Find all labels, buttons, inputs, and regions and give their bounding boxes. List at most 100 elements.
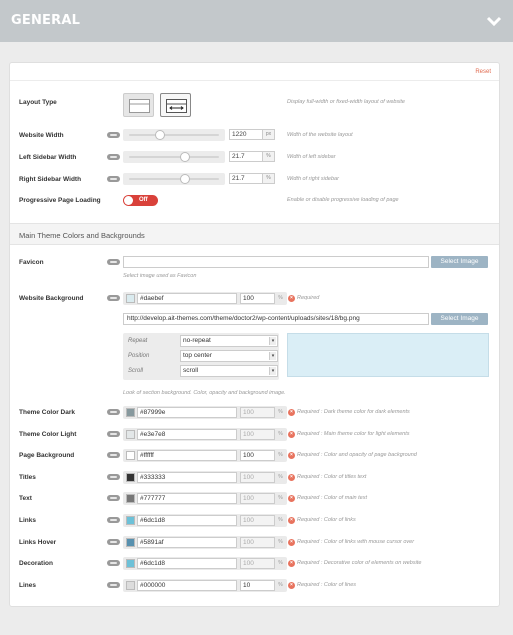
color-value-input[interactable]: #e3e7e8 <box>137 429 237 440</box>
website-background-label: Website Background <box>19 295 84 302</box>
slider-handle[interactable] <box>179 152 190 162</box>
website-background-color-input[interactable]: #daebef <box>137 293 237 304</box>
fixed-width-layout-icon <box>166 99 187 113</box>
required-icon: × <box>288 560 295 567</box>
color-setting-row: Text #777777 100% × Required : Color of main… <box>10 492 501 505</box>
slider-line <box>129 156 219 158</box>
input-toggle-icon[interactable] <box>107 176 120 182</box>
color-setting-label: Lines <box>19 582 36 589</box>
section-heading: Main Theme Colors and Backgrounds <box>19 231 145 240</box>
color-swatch[interactable] <box>126 473 135 482</box>
color-setting-row: Theme Color Light #e3e7e8 100% × Required : … <box>10 428 501 441</box>
dropdown-arrow-icon: ▾ <box>269 352 276 360</box>
input-toggle-icon[interactable] <box>107 495 120 501</box>
unit-label: % <box>263 173 275 184</box>
input-toggle-icon[interactable] <box>107 132 120 138</box>
left-sidebar-width-slider[interactable] <box>123 151 225 163</box>
website-width-slider[interactable] <box>123 129 225 141</box>
opacity-input[interactable]: 100 <box>240 450 275 461</box>
color-swatch[interactable] <box>126 294 135 303</box>
required-icon: × <box>288 517 295 524</box>
required-note: Required : Color of lines <box>297 582 357 588</box>
chevron-down-icon[interactable] <box>483 11 505 31</box>
color-value-input[interactable]: #777777 <box>137 493 237 504</box>
scroll-label: Scroll <box>128 368 144 374</box>
left-sidebar-width-input[interactable]: 21.7 <box>229 151 263 162</box>
required-note: Required : Color of titles text <box>297 474 367 480</box>
full-width-layout-button[interactable] <box>123 93 154 117</box>
favicon-input[interactable] <box>123 256 429 268</box>
input-toggle-icon[interactable] <box>107 259 120 265</box>
website-background-opacity-input[interactable]: 100 <box>240 293 275 304</box>
section-header[interactable]: GENERAL <box>0 0 513 42</box>
input-toggle-icon[interactable] <box>107 539 120 545</box>
background-preview <box>287 333 489 377</box>
background-select-image-button[interactable]: Select Image <box>431 313 488 325</box>
input-toggle-icon[interactable] <box>107 560 120 566</box>
slider-handle[interactable] <box>154 130 165 140</box>
progressive-loading-toggle[interactable]: Off <box>123 195 158 206</box>
background-help: Look of section background. Color, opaci… <box>123 390 286 396</box>
color-swatch[interactable] <box>126 494 135 503</box>
repeat-label: Repeat <box>128 338 148 344</box>
color-swatch[interactable] <box>126 408 135 417</box>
color-setting-row: Lines #000000 10% × Required : Color of line… <box>10 579 501 592</box>
slider-handle[interactable] <box>179 174 190 184</box>
input-toggle-icon[interactable] <box>107 409 120 415</box>
color-value-input[interactable]: #87999e <box>137 407 237 418</box>
website-background-required: Required <box>297 295 320 301</box>
percent-label: % <box>278 409 283 415</box>
color-input-group: #87999e 100% <box>123 406 287 419</box>
scroll-select[interactable]: scroll ▾ <box>180 365 278 377</box>
color-value-input[interactable]: #ffffff <box>137 450 237 461</box>
color-swatch[interactable] <box>126 559 135 568</box>
progressive-loading-description: Enable or disable progressive loading of… <box>287 197 399 203</box>
required-note: Required : Color of main text <box>297 495 368 501</box>
reset-link[interactable]: Reset <box>475 69 491 75</box>
color-setting-label: Text <box>19 495 32 502</box>
right-sidebar-width-slider[interactable] <box>123 173 225 185</box>
opacity-input[interactable]: 10 <box>240 580 275 591</box>
color-swatch[interactable] <box>126 581 135 590</box>
opacity-input: 100 <box>240 558 275 569</box>
input-toggle-icon[interactable] <box>107 295 120 301</box>
input-toggle-icon[interactable] <box>107 517 120 523</box>
opacity-input: 100 <box>240 515 275 526</box>
progressive-loading-row: Progressive Page Loading Off Enable or d… <box>10 194 501 206</box>
color-value-input[interactable]: #000000 <box>137 580 237 591</box>
input-toggle-icon[interactable] <box>107 154 120 160</box>
right-sidebar-width-input[interactable]: 21.7 <box>229 173 263 184</box>
percent-label: % <box>278 539 283 545</box>
fixed-width-layout-button[interactable] <box>160 93 191 117</box>
color-swatch[interactable] <box>126 538 135 547</box>
input-toggle-icon[interactable] <box>107 582 120 588</box>
color-value-input[interactable]: #333333 <box>137 472 237 483</box>
unit-label: % <box>263 151 275 162</box>
color-swatch[interactable] <box>126 451 135 460</box>
input-toggle-icon[interactable] <box>107 431 120 437</box>
color-setting-label: Links <box>19 517 36 524</box>
color-value-input[interactable]: #5891af <box>137 537 237 548</box>
input-toggle-icon[interactable] <box>107 452 120 458</box>
input-toggle-icon[interactable] <box>107 474 120 480</box>
percent-label: % <box>278 517 283 523</box>
color-input-group: #e3e7e8 100% <box>123 428 287 441</box>
color-swatch[interactable] <box>126 430 135 439</box>
favicon-select-image-button[interactable]: Select Image <box>431 256 488 268</box>
scroll-select-value: scroll <box>183 367 199 374</box>
opacity-input: 100 <box>240 407 275 418</box>
repeat-select[interactable]: no-repeat ▾ <box>180 335 278 347</box>
color-value-input[interactable]: #6dc1d8 <box>137 558 237 569</box>
position-row: Position top center ▾ <box>126 350 278 363</box>
background-image-url-input[interactable]: http://develop.ait-themes.com/theme/doct… <box>123 313 429 325</box>
colors-section-header: Main Theme Colors and Backgrounds <box>10 223 499 245</box>
color-value-input[interactable]: #6dc1d8 <box>137 515 237 526</box>
position-select[interactable]: top center ▾ <box>180 350 278 362</box>
website-width-label: Website Width <box>19 132 64 139</box>
slider-line <box>129 134 219 136</box>
website-width-input[interactable]: 1220 <box>229 129 263 140</box>
color-swatch[interactable] <box>126 516 135 525</box>
color-setting-row: Decoration #6dc1d8 100% × Required : Decorat… <box>10 557 501 570</box>
background-image-row: http://develop.ait-themes.com/theme/doct… <box>10 313 501 325</box>
left-sidebar-width-row: Left Sidebar Width 21.7 % Width of left … <box>10 151 501 163</box>
